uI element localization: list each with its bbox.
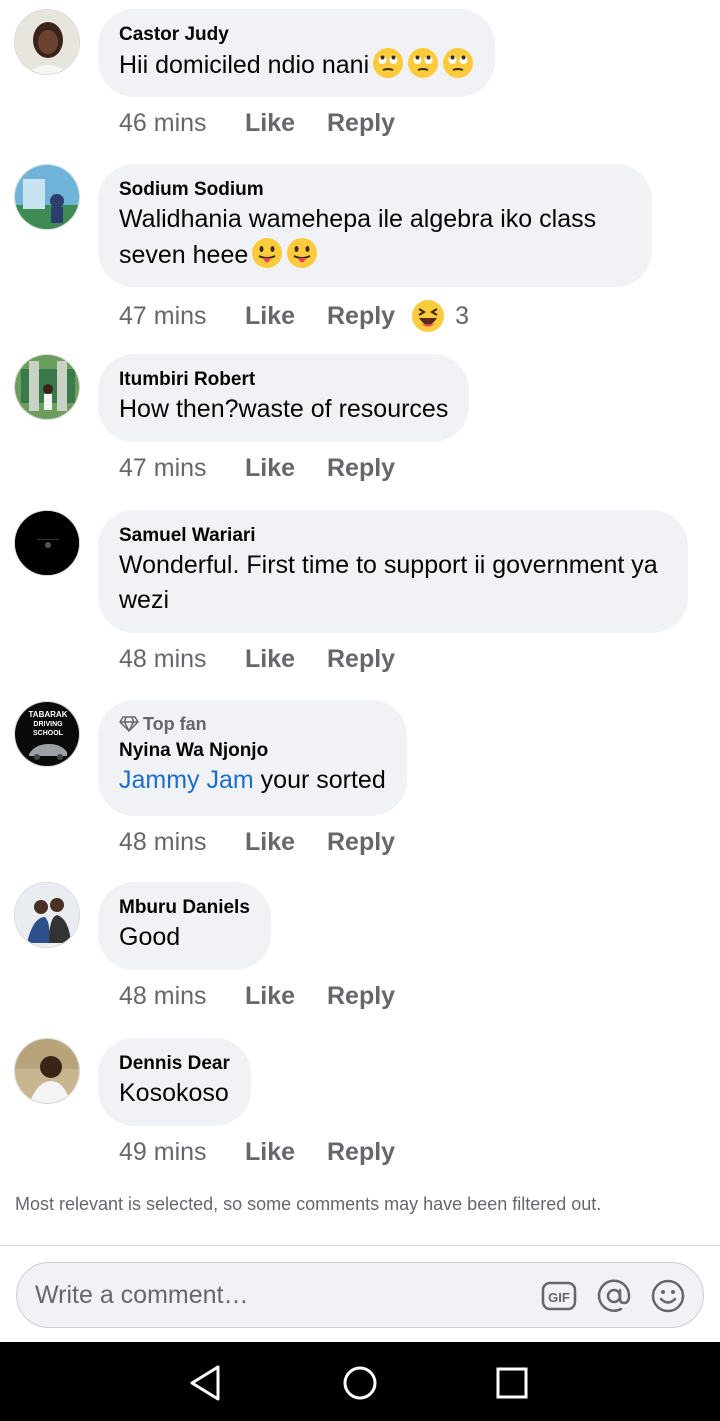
avatar[interactable]	[14, 9, 80, 75]
comment-text: How then?waste of resources	[119, 395, 449, 423]
avatar[interactable]	[14, 510, 80, 576]
rolling-eyes-emoji-icon	[408, 48, 439, 78]
comment-input-placeholder[interactable]: Write a comment…	[35, 1281, 248, 1310]
gif-icon[interactable]: GIF	[541, 1278, 577, 1314]
comment-text: Wonderful. First time to support ii gove…	[119, 551, 658, 614]
comment-meta: 47 mins Like Reply 3	[119, 299, 469, 333]
comment-time[interactable]: 49 mins	[119, 1138, 245, 1167]
reply-button[interactable]: Reply	[327, 828, 395, 857]
commenter-name[interactable]: Sodium Sodium	[119, 178, 631, 202]
commenter-name[interactable]: Dennis Dear	[119, 1052, 230, 1076]
reaction-summary[interactable]: 3	[411, 299, 469, 333]
android-navigation-bar	[0, 1342, 720, 1421]
comment-time[interactable]: 48 mins	[119, 982, 245, 1011]
mention-icon[interactable]	[596, 1278, 632, 1314]
comment-bubble[interactable]: Itumbiri Robert How then?waste of resour…	[98, 354, 470, 442]
reply-button[interactable]: Reply	[327, 109, 395, 138]
reply-button[interactable]: Reply	[327, 1138, 395, 1167]
reply-button[interactable]: Reply	[327, 454, 395, 483]
filter-notice: Most relevant is selected, so some comme…	[15, 1194, 602, 1214]
comment-meta: 48 mins Like Reply	[119, 828, 395, 857]
comment-bubble[interactable]: Samuel Wariari Wonderful. First time to …	[98, 510, 688, 633]
svg-text:SCHOOL: SCHOOL	[33, 730, 64, 737]
svg-text:TABARAK: TABARAK	[29, 710, 68, 719]
avatar[interactable]	[14, 882, 80, 948]
badge-label: Top fan	[143, 714, 207, 734]
haha-reaction-icon	[412, 300, 445, 332]
comment-bubble[interactable]: Sodium Sodium Walidhania wamehepa ile al…	[98, 164, 652, 287]
reply-button[interactable]: Reply	[327, 982, 395, 1011]
commenter-name[interactable]: Mburu Daniels	[119, 896, 250, 920]
comment-bubble[interactable]: Castor Judy Hii domiciled ndio nani	[98, 9, 496, 97]
like-button[interactable]: Like	[245, 645, 327, 674]
comment-bubble[interactable]: Top fan Nyina Wa Njonjo Jammy Jam your s…	[98, 700, 407, 816]
commenter-name[interactable]: Nyina Wa Njonjo	[119, 739, 386, 763]
avatar[interactable]	[14, 164, 80, 230]
comment-meta: 48 mins Like Reply	[119, 645, 395, 674]
rolling-eyes-emoji-icon	[443, 48, 474, 78]
commenter-name[interactable]: Itumbiri Robert	[119, 368, 448, 392]
reply-button[interactable]: Reply	[327, 302, 395, 331]
avatar[interactable]	[14, 1038, 80, 1104]
comment-time[interactable]: 46 mins	[119, 109, 245, 138]
like-button[interactable]: Like	[245, 109, 327, 138]
tongue-emoji-icon	[287, 238, 318, 268]
comment-time[interactable]: 48 mins	[119, 645, 245, 674]
comment-text: Kosokoso	[119, 1079, 229, 1107]
top-fan-badge: Top fan	[119, 712, 386, 736]
home-icon[interactable]	[338, 1361, 382, 1405]
comment-text: Good	[119, 923, 181, 951]
avatar[interactable]	[14, 354, 80, 420]
comment-time[interactable]: 48 mins	[119, 828, 245, 857]
comment-text: Hii domiciled ndio nani	[119, 47, 474, 83]
emoji-icon[interactable]	[650, 1278, 686, 1314]
commenter-name[interactable]: Samuel Wariari	[119, 524, 667, 548]
svg-text:GIF: GIF	[548, 1290, 570, 1305]
like-button[interactable]: Like	[245, 454, 327, 483]
like-button[interactable]: Like	[245, 828, 327, 857]
commenter-name[interactable]: Castor Judy	[119, 23, 474, 47]
diamond-icon	[119, 716, 139, 732]
recent-apps-icon[interactable]	[490, 1361, 534, 1405]
comment-meta: 49 mins Like Reply	[119, 1138, 395, 1167]
comment-meta: 46 mins Like Reply	[119, 109, 395, 138]
like-button[interactable]: Like	[245, 1138, 327, 1167]
like-button[interactable]: Like	[245, 302, 327, 331]
mention-link[interactable]: Jammy Jam	[119, 766, 254, 794]
comment-meta: 48 mins Like Reply	[119, 982, 395, 1011]
reaction-count: 3	[455, 301, 469, 330]
back-icon[interactable]	[184, 1361, 228, 1405]
svg-text:DRIVING: DRIVING	[33, 721, 63, 728]
comment-text: Walidhania wamehepa ile algebra iko clas…	[119, 205, 597, 269]
comment-bubble[interactable]: Dennis Dear Kosokoso	[98, 1038, 251, 1126]
rolling-eyes-emoji-icon	[373, 48, 404, 78]
comment-text: Jammy Jam your sorted	[119, 766, 386, 794]
divider	[0, 1245, 720, 1246]
avatar[interactable]: TABARAK DRIVING SCHOOL	[14, 701, 80, 767]
comment-time[interactable]: 47 mins	[119, 454, 245, 483]
like-button[interactable]: Like	[245, 982, 327, 1011]
comment-bubble[interactable]: Mburu Daniels Good	[98, 882, 271, 970]
comment-time[interactable]: 47 mins	[119, 302, 245, 331]
comment-composer[interactable]: Write a comment… GIF	[16, 1262, 704, 1328]
tongue-emoji-icon	[252, 238, 283, 268]
reply-button[interactable]: Reply	[327, 645, 395, 674]
comment-meta: 47 mins Like Reply	[119, 454, 395, 483]
